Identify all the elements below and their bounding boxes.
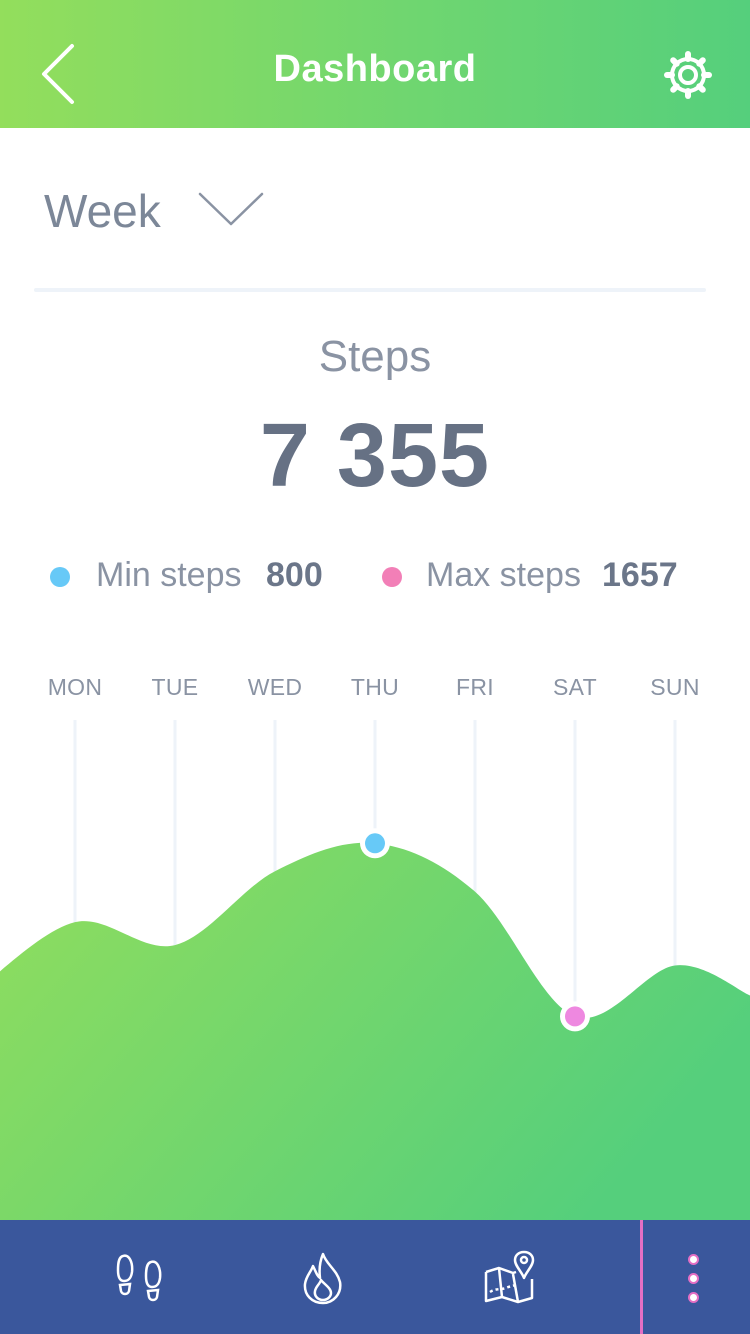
tab-steps[interactable] bbox=[110, 1248, 170, 1308]
metric-value: 7 355 bbox=[259, 406, 491, 506]
period-selected-value: Week bbox=[44, 185, 161, 237]
day-label-thu: THU bbox=[350, 674, 400, 700]
steps-area bbox=[0, 842, 750, 1220]
tab-map[interactable] bbox=[478, 1248, 538, 1308]
min-steps-value: 800 bbox=[266, 556, 323, 594]
footprints-icon bbox=[116, 1254, 162, 1302]
chevron-down-icon bbox=[198, 192, 264, 226]
steps-area-chart: MON TUE WED THU FRI SAT SUN bbox=[0, 660, 750, 1220]
day-label-mon: MON bbox=[47, 674, 103, 700]
day-label-wed: WED bbox=[247, 674, 303, 700]
max-steps-label: Max steps bbox=[426, 556, 581, 594]
tab-calories[interactable] bbox=[293, 1248, 353, 1308]
day-label-tue: TUE bbox=[151, 674, 199, 700]
max-dot-icon bbox=[382, 567, 402, 587]
period-dropdown[interactable]: Week bbox=[44, 180, 284, 244]
metric-label: Steps bbox=[318, 332, 432, 381]
more-options-button[interactable] bbox=[676, 1248, 710, 1308]
bottom-tab-bar bbox=[0, 1220, 750, 1334]
header-bar: Dashboard bbox=[0, 0, 750, 128]
min-dot-icon bbox=[50, 567, 70, 587]
map-icon bbox=[484, 1250, 535, 1304]
settings-button[interactable] bbox=[660, 50, 716, 100]
day-label-sun: SUN bbox=[650, 674, 700, 700]
flame-icon bbox=[303, 1252, 342, 1305]
marker-sat bbox=[560, 1001, 590, 1032]
page-title: Dashboard bbox=[273, 48, 477, 90]
marker-thu bbox=[360, 828, 390, 859]
max-steps-value: 1657 bbox=[602, 556, 678, 594]
day-label-sat: SAT bbox=[553, 674, 597, 700]
chart-canvas bbox=[0, 720, 750, 1220]
day-label-fri: FRI bbox=[456, 674, 494, 700]
tab-divider bbox=[640, 1220, 643, 1334]
min-steps-label: Min steps bbox=[96, 556, 242, 594]
divider bbox=[34, 288, 706, 292]
gear-icon bbox=[664, 51, 712, 99]
